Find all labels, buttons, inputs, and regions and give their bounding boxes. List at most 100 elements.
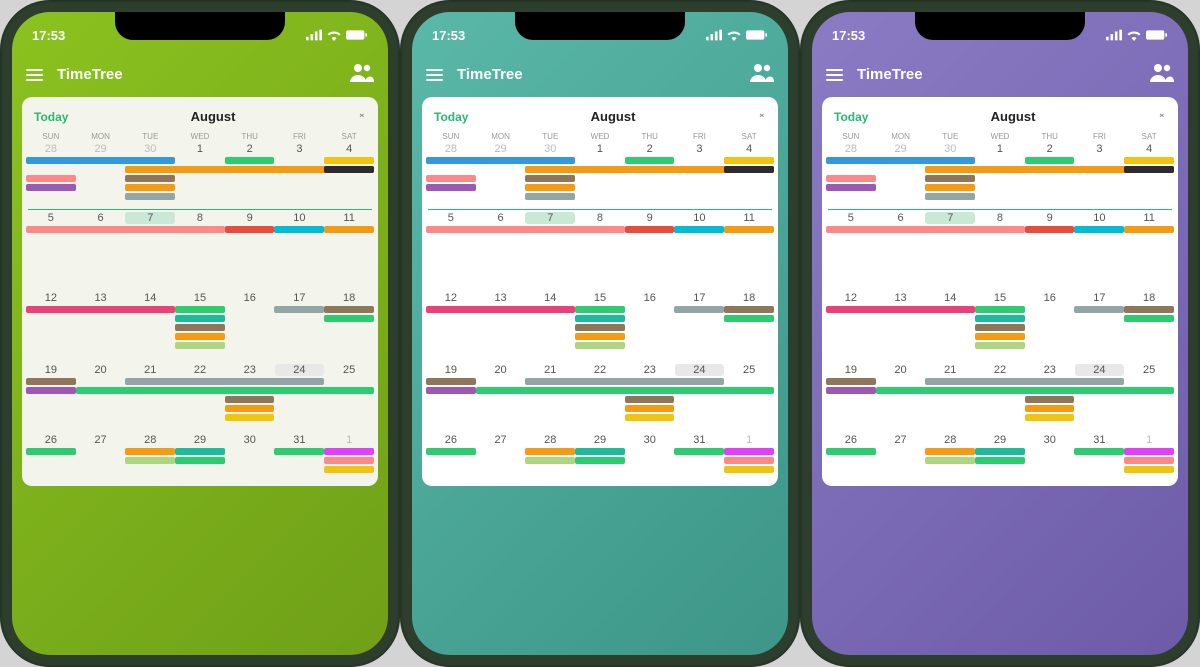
date-cell[interactable]: 5 <box>826 212 876 224</box>
event-bar[interactable] <box>1025 226 1075 233</box>
event-bar[interactable] <box>1025 414 1075 421</box>
date-cell[interactable]: 29 <box>876 143 926 155</box>
date-cell[interactable]: 15 <box>575 292 625 304</box>
event-bar[interactable] <box>1124 457 1174 464</box>
month-label[interactable]: August <box>991 109 1036 124</box>
date-cell[interactable]: 8 <box>575 212 625 224</box>
event-bar[interactable] <box>476 387 774 394</box>
event-bar[interactable] <box>826 157 975 164</box>
date-cell[interactable]: 8 <box>175 212 225 224</box>
date-cell[interactable]: 20 <box>876 364 926 376</box>
event-bar[interactable] <box>674 306 724 313</box>
date-cell[interactable]: 4 <box>724 143 774 155</box>
event-bar[interactable] <box>26 175 76 182</box>
event-bar[interactable] <box>324 306 374 313</box>
date-cell[interactable]: 30 <box>625 434 675 446</box>
date-cell[interactable]: 27 <box>76 434 126 446</box>
date-cell[interactable]: 30 <box>1025 434 1075 446</box>
date-cell[interactable]: 24 <box>1075 364 1125 376</box>
event-bar[interactable] <box>826 175 876 182</box>
event-bar[interactable] <box>925 378 1124 385</box>
event-bar[interactable] <box>426 387 476 394</box>
date-cell[interactable]: 24 <box>275 364 325 376</box>
event-bar[interactable] <box>274 306 324 313</box>
date-cell[interactable]: 13 <box>876 292 926 304</box>
date-cell[interactable]: 10 <box>275 212 325 224</box>
event-bar[interactable] <box>125 378 324 385</box>
event-bar[interactable] <box>724 226 774 233</box>
collapse-icon[interactable]: ⌄⌃ <box>358 111 366 123</box>
menu-icon[interactable] <box>826 69 843 81</box>
date-cell[interactable]: 28 <box>125 434 175 446</box>
date-cell[interactable]: 29 <box>476 143 526 155</box>
event-bar[interactable] <box>175 333 225 340</box>
event-bar[interactable] <box>575 306 625 313</box>
date-cell[interactable]: 18 <box>1124 292 1174 304</box>
date-cell[interactable]: 7 <box>525 212 575 224</box>
date-cell[interactable]: 11 <box>1124 212 1174 224</box>
date-cell[interactable]: 22 <box>175 364 225 376</box>
date-cell[interactable]: 3 <box>275 143 325 155</box>
event-bar[interactable] <box>625 414 675 421</box>
event-bar[interactable] <box>426 306 575 313</box>
date-cell[interactable]: 2 <box>1025 143 1075 155</box>
date-cell[interactable]: 4 <box>324 143 374 155</box>
date-cell[interactable]: 12 <box>426 292 476 304</box>
menu-icon[interactable] <box>426 69 443 81</box>
date-cell[interactable]: 22 <box>975 364 1025 376</box>
event-bar[interactable] <box>1074 448 1124 455</box>
event-bar[interactable] <box>1124 166 1174 173</box>
date-cell[interactable]: 25 <box>324 364 374 376</box>
event-bar[interactable] <box>26 157 175 164</box>
event-bar[interactable] <box>724 466 774 473</box>
event-bar[interactable] <box>575 324 625 331</box>
date-cell[interactable]: 9 <box>225 212 275 224</box>
event-bar[interactable] <box>1025 157 1075 164</box>
event-bar[interactable] <box>324 226 374 233</box>
date-cell[interactable]: 14 <box>925 292 975 304</box>
date-cell[interactable]: 19 <box>426 364 476 376</box>
event-bar[interactable] <box>1124 226 1174 233</box>
calendar-body[interactable]: 2829301234567891011121314151617181920212… <box>22 141 378 484</box>
date-cell[interactable]: 12 <box>826 292 876 304</box>
event-bar[interactable] <box>575 333 625 340</box>
event-bar[interactable] <box>724 166 774 173</box>
date-cell[interactable]: 22 <box>575 364 625 376</box>
event-bar[interactable] <box>1025 396 1075 403</box>
event-bar[interactable] <box>724 457 774 464</box>
date-cell[interactable]: 31 <box>675 434 725 446</box>
event-bar[interactable] <box>625 405 675 412</box>
date-cell[interactable]: 29 <box>975 434 1025 446</box>
date-cell[interactable]: 31 <box>1075 434 1125 446</box>
date-cell[interactable]: 18 <box>724 292 774 304</box>
date-cell[interactable]: 30 <box>525 143 575 155</box>
date-cell[interactable]: 1 <box>575 143 625 155</box>
event-bar[interactable] <box>175 448 225 455</box>
event-bar[interactable] <box>625 157 675 164</box>
date-cell[interactable]: 7 <box>925 212 975 224</box>
date-cell[interactable]: 14 <box>125 292 175 304</box>
event-bar[interactable] <box>125 457 175 464</box>
date-cell[interactable]: 15 <box>175 292 225 304</box>
date-cell[interactable]: 4 <box>1124 143 1174 155</box>
date-cell[interactable]: 23 <box>625 364 675 376</box>
event-bar[interactable] <box>826 306 975 313</box>
date-cell[interactable]: 1 <box>975 143 1025 155</box>
event-bar[interactable] <box>274 448 324 455</box>
event-bar[interactable] <box>324 157 374 164</box>
date-cell[interactable]: 10 <box>675 212 725 224</box>
event-bar[interactable] <box>975 306 1025 313</box>
event-bar[interactable] <box>925 193 975 200</box>
date-cell[interactable]: 15 <box>975 292 1025 304</box>
event-bar[interactable] <box>975 315 1025 322</box>
event-bar[interactable] <box>225 405 275 412</box>
date-cell[interactable]: 25 <box>724 364 774 376</box>
date-cell[interactable]: 10 <box>1075 212 1125 224</box>
date-cell[interactable]: 30 <box>925 143 975 155</box>
event-bar[interactable] <box>324 448 374 455</box>
date-cell[interactable]: 24 <box>675 364 725 376</box>
date-cell[interactable]: 1 <box>724 434 774 446</box>
date-cell[interactable]: 30 <box>225 434 275 446</box>
event-bar[interactable] <box>724 448 774 455</box>
date-cell[interactable]: 20 <box>76 364 126 376</box>
